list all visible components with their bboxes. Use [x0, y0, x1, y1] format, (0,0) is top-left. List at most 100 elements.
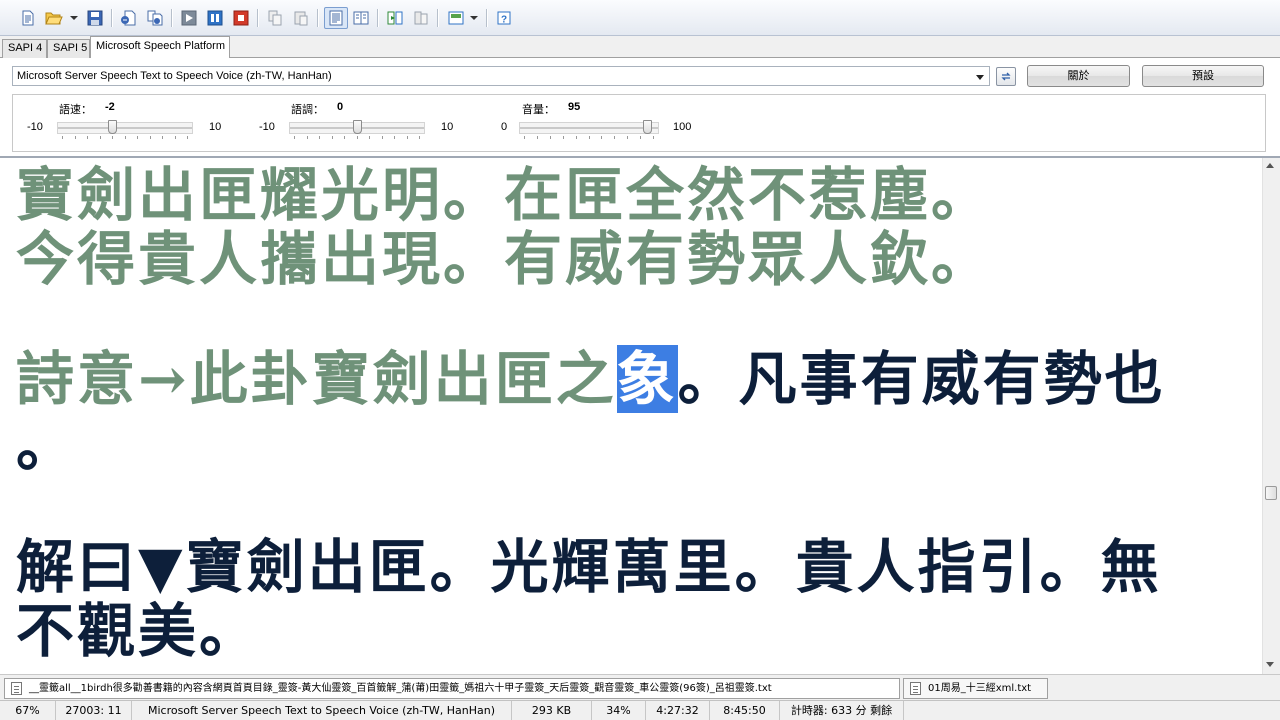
pitch-label: 語調： — [291, 103, 324, 116]
slider-tick — [589, 136, 590, 139]
stop-icon[interactable] — [231, 8, 251, 28]
merge-icon[interactable] — [411, 8, 431, 28]
open-dropdown-icon[interactable] — [70, 16, 78, 20]
file-size: 293 KB — [512, 701, 592, 720]
slider-tick — [294, 136, 295, 139]
options-icon[interactable] — [446, 8, 466, 28]
split-icon[interactable] — [385, 8, 405, 28]
play-icon[interactable] — [179, 8, 199, 28]
text-line: 。 — [16, 411, 78, 479]
voice-select[interactable]: Microsoft Server Speech Text to Speech V… — [12, 66, 990, 86]
open-folder-icon[interactable] — [44, 8, 64, 28]
rate-label: 語速： — [59, 103, 92, 116]
rate-max: 10 — [209, 121, 222, 133]
vertical-scrollbar[interactable] — [1262, 158, 1280, 674]
voice-settings-panel: Microsoft Server Speech Text to Speech V… — [0, 58, 1280, 156]
text-line: 解曰▼寶劍出匣。光輝萬里。貴人指引。無 — [16, 533, 1162, 601]
slider-tick — [394, 136, 395, 139]
main-toolbar: ? — [0, 0, 1280, 36]
progress-percent: 34% — [592, 701, 646, 720]
elapsed-time: 4:27:32 — [646, 701, 710, 720]
save-icon[interactable] — [85, 8, 105, 28]
slider-tick — [162, 136, 163, 139]
timer-status: 計時器: 633 分 剩餘 — [780, 701, 904, 720]
text-file-icon — [910, 682, 921, 695]
text-line: 寶劍出匣耀光明。在匣全然不惹塵。 — [16, 161, 993, 229]
status-bar: 67% 27003: 11 Microsoft Server Speech Te… — [0, 700, 1280, 720]
options-dropdown-icon[interactable] — [470, 16, 478, 20]
total-time: 8:45:50 — [710, 701, 780, 720]
slider-tick — [576, 136, 577, 139]
slider-tick — [563, 136, 564, 139]
slider-tick — [614, 136, 615, 139]
paste-icon[interactable] — [291, 8, 311, 28]
slider-tick — [524, 136, 525, 139]
slider-tick — [550, 136, 551, 139]
cursor-position: 27003: 11 — [56, 701, 132, 720]
slider-tick — [319, 136, 320, 139]
slider-tick — [627, 136, 628, 139]
pitch-min: -10 — [259, 121, 275, 133]
scroll-down-icon[interactable] — [1266, 662, 1274, 667]
slider-tick — [137, 136, 138, 139]
tab-sapi4[interactable]: SAPI 4 — [2, 39, 47, 58]
slider-tick — [87, 136, 88, 139]
rate-slider[interactable] — [57, 120, 193, 139]
unspoken-text: 。凡事有威有勢也 — [677, 345, 1166, 413]
slider-tick — [369, 136, 370, 139]
chevron-down-icon[interactable] — [976, 75, 984, 80]
slider-tick — [332, 136, 333, 139]
volume-max: 100 — [673, 121, 692, 133]
pitch-slider[interactable] — [289, 120, 425, 139]
slider-tick — [112, 136, 113, 139]
volume-value: 95 — [568, 101, 581, 113]
bookmark-icon[interactable] — [351, 8, 371, 28]
scroll-up-icon[interactable] — [1266, 163, 1274, 168]
slider-tick — [187, 136, 188, 139]
help-icon[interactable]: ? — [494, 8, 514, 28]
slider-tick — [640, 136, 641, 139]
volume-slider[interactable] — [519, 120, 659, 139]
text-line: 不觀美。 — [16, 597, 261, 665]
tab-microsoft-speech-platform[interactable]: Microsoft Speech Platform — [90, 36, 230, 58]
volume-label: 音量： — [522, 103, 555, 116]
volume-min: 0 — [501, 121, 508, 133]
batch-convert-icon[interactable] — [145, 8, 165, 28]
voice-select-value: Microsoft Server Speech Text to Speech V… — [17, 70, 332, 82]
volume-slider-thumb[interactable] — [643, 120, 652, 134]
default-button[interactable]: 預設 — [1142, 65, 1264, 87]
slider-tick — [537, 136, 538, 139]
new-document-icon[interactable] — [18, 8, 38, 28]
current-word-highlight: 象 — [616, 345, 678, 413]
pitch-value: 0 — [337, 101, 344, 113]
slider-tick — [125, 136, 126, 139]
svg-text:?: ? — [501, 15, 507, 26]
slider-tick — [601, 136, 602, 139]
scrollbar-thumb[interactable] — [1265, 486, 1277, 500]
document-tab[interactable]: __靈籤all__1birdh很多勸善書籍的內容含網頁首頁目錄_靈簽-黃大仙靈簽… — [4, 678, 900, 699]
slider-tick — [175, 136, 176, 139]
text-editor[interactable]: 寶劍出匣耀光明。在匣全然不惹塵。 今得貴人攜出現。有威有勢眾人欽。 詩意→此卦寶… — [0, 156, 1280, 674]
zoom-level: 67% — [0, 701, 56, 720]
document-tab[interactable]: 01周易_十三經xml.txt — [903, 678, 1048, 699]
document-tab-label: 01周易_十三經xml.txt — [928, 683, 1032, 694]
slider-tick — [382, 136, 383, 139]
refresh-icon — [1001, 72, 1011, 81]
slider-tick — [357, 136, 358, 139]
slider-tick — [75, 136, 76, 139]
pitch-max: 10 — [441, 121, 454, 133]
read-mode-icon[interactable] — [324, 7, 348, 29]
copy-icon[interactable] — [265, 8, 285, 28]
rate-slider-thumb[interactable] — [108, 120, 117, 134]
pause-icon[interactable] — [205, 8, 225, 28]
slider-tick — [407, 136, 408, 139]
slider-tick — [307, 136, 308, 139]
about-button[interactable]: 關於 — [1027, 65, 1130, 87]
text-line: 今得貴人攜出現。有威有勢眾人欽。 — [16, 225, 993, 293]
slider-tick — [100, 136, 101, 139]
tab-sapi5[interactable]: SAPI 5 — [47, 39, 90, 58]
speak-to-file-icon[interactable] — [119, 8, 139, 28]
refresh-voices-button[interactable] — [996, 67, 1016, 86]
pitch-slider-thumb[interactable] — [353, 120, 362, 134]
slider-tick — [344, 136, 345, 139]
